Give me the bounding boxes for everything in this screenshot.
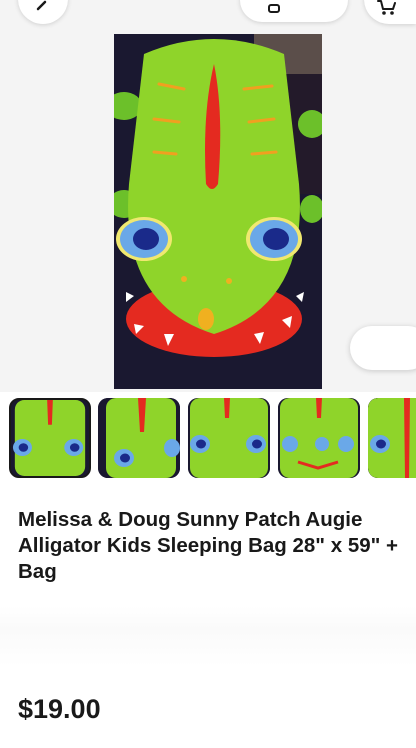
thumbnail-1[interactable] bbox=[9, 398, 91, 478]
listing-title: Melissa & Doug Sunny Patch Augie Alligat… bbox=[18, 508, 399, 583]
product-image-viewer[interactable] bbox=[0, 0, 416, 392]
section-divider bbox=[0, 606, 416, 666]
thumbnail-2[interactable] bbox=[98, 398, 180, 478]
thumbnail-5[interactable] bbox=[368, 398, 416, 478]
product-main-image[interactable] bbox=[114, 34, 322, 389]
cart-button[interactable] bbox=[364, 0, 416, 24]
top-nav-bar bbox=[0, 0, 416, 34]
thumbnail-3[interactable] bbox=[188, 398, 270, 478]
chevron-left-icon bbox=[34, 0, 52, 23]
share-button[interactable] bbox=[240, 0, 348, 22]
listing-price: $19.00 bbox=[18, 694, 101, 724]
cart-icon bbox=[377, 0, 398, 22]
thumbnail-4[interactable] bbox=[278, 398, 360, 478]
image-thumbnail-strip[interactable] bbox=[0, 396, 416, 482]
back-button[interactable] bbox=[18, 0, 68, 24]
image-share-button[interactable] bbox=[350, 326, 416, 370]
